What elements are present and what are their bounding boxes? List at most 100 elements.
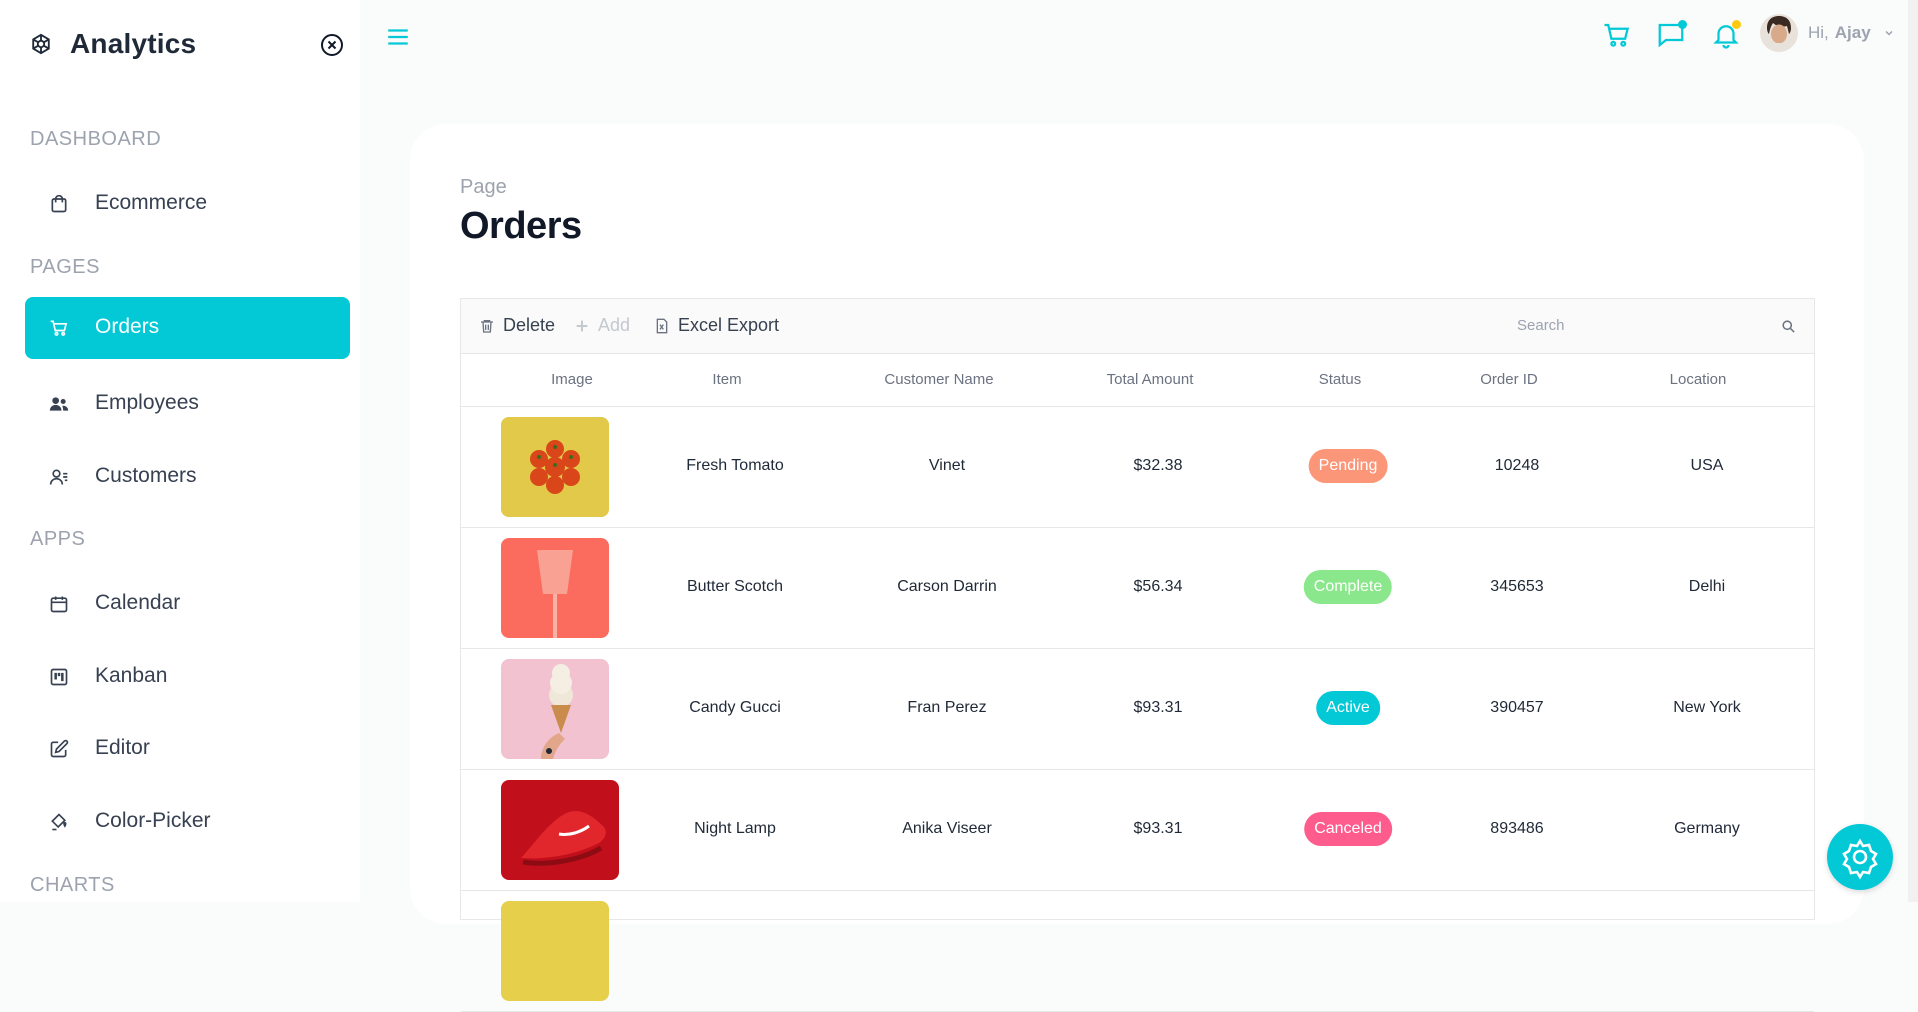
- cart-icon: [50, 320, 68, 336]
- gear-icon: [1842, 838, 1878, 880]
- table-row[interactable]: Candy Gucci Fran Perez $93.31 Active 390…: [461, 649, 1814, 770]
- column-header-image[interactable]: Image: [516, 371, 628, 388]
- cell-customer: Carson Darrin: [897, 578, 997, 595]
- product-image-tomato: [501, 417, 609, 517]
- cell-location: Delhi: [1688, 578, 1726, 595]
- delete-button[interactable]: Delete: [479, 315, 555, 336]
- section-title-apps: APPS: [30, 528, 86, 550]
- sidebar-item-label: Orders: [95, 315, 160, 338]
- sidebar-item-label: Employees: [95, 391, 199, 414]
- status-badge: Complete: [1303, 570, 1393, 604]
- trash-icon: [481, 319, 493, 333]
- sidebar-item-orders[interactable]: Orders: [25, 297, 350, 359]
- column-header-status[interactable]: Status: [1319, 371, 1362, 388]
- table-row[interactable]: Butter Scotch Carson Darrin $56.34 Compl…: [461, 528, 1814, 649]
- cell-order-id: 345653: [1490, 578, 1544, 595]
- column-header-location[interactable]: Location: [1670, 371, 1727, 388]
- sidebar-item-ecommerce[interactable]: Ecommerce: [25, 173, 350, 235]
- cell-amount: $93.31: [1133, 820, 1183, 837]
- edit-icon: [50, 739, 69, 758]
- cell-customer: Fran Perez: [907, 699, 987, 716]
- brand-logo[interactable]: Analytics: [30, 28, 196, 60]
- cell-customer: Anika Viseer: [902, 820, 992, 837]
- people-icon: [49, 397, 69, 411]
- calendar-icon: [50, 596, 68, 613]
- status-badge: Canceled: [1304, 812, 1392, 846]
- color-picker-icon: [51, 813, 67, 831]
- column-header-item[interactable]: Item: [712, 371, 741, 388]
- excel-export-label: Excel Export: [678, 315, 780, 335]
- column-header-customer[interactable]: Customer Name: [884, 371, 993, 388]
- sidebar-item-color-picker[interactable]: Color-Picker: [25, 791, 350, 853]
- product-image-butter-scotch: [501, 538, 609, 638]
- sidebar-item-customers[interactable]: Customers: [25, 446, 350, 508]
- cell-item: Night Lamp: [694, 820, 776, 837]
- section-title-charts: CHARTS: [30, 874, 115, 896]
- sidebar-item-editor[interactable]: Editor: [25, 718, 350, 780]
- table-row[interactable]: [461, 891, 1814, 1012]
- cell-customer: Vinet: [928, 457, 966, 474]
- status-badge: Pending: [1308, 449, 1388, 483]
- sidebar: Analytics DASHBOARD Ecommerce PAGES Orde…: [0, 0, 360, 902]
- sidebar-item-label: Ecommerce: [95, 191, 208, 214]
- sidebar-item-calendar[interactable]: Calendar: [25, 573, 350, 635]
- app-title: Analytics: [70, 28, 197, 59]
- cell-amount: $93.31: [1133, 699, 1183, 716]
- sidebar-item-label: Kanban: [95, 664, 168, 687]
- cell-location: Germany: [1674, 820, 1740, 837]
- excel-export-button[interactable]: Excel Export: [654, 315, 779, 336]
- product-image-partial: [501, 901, 609, 1001]
- cell-location: USA: [1690, 457, 1724, 474]
- cell-item: Butter Scotch: [686, 578, 784, 595]
- page-scrollbar[interactable]: [1908, 0, 1918, 902]
- customers-icon: [49, 469, 68, 485]
- column-header-total[interactable]: Total Amount: [1107, 371, 1194, 388]
- sidebar-item-label: Calendar: [95, 591, 181, 614]
- avatar: [1760, 14, 1798, 52]
- cell-amount: $56.34: [1133, 578, 1183, 595]
- table-row[interactable]: Fresh Tomato Vinet $32.38 Pending 10248 …: [461, 407, 1814, 528]
- search-input[interactable]: [1511, 309, 1759, 341]
- search-box[interactable]: [1511, 309, 1801, 343]
- user-profile-menu[interactable]: Hi, Ajay: [1760, 14, 1895, 52]
- section-title-dashboard: DASHBOARD: [30, 128, 162, 150]
- orders-grid: Delete Add Excel Export Image Item Custo…: [460, 298, 1815, 1012]
- grid-header: Image Item Customer Name Total Amount St…: [461, 354, 1814, 407]
- add-label: Add: [598, 315, 631, 335]
- product-image-candy-gucci: [501, 659, 609, 759]
- chevron-down-icon: [1885, 30, 1893, 36]
- column-header-order-id[interactable]: Order ID: [1480, 371, 1538, 388]
- table-row[interactable]: Night Lamp Anika Viseer $93.31 Canceled …: [461, 770, 1814, 891]
- notifications-button[interactable]: [1711, 20, 1741, 50]
- section-title-pages: PAGES: [30, 256, 100, 278]
- cell-location: New York: [1673, 699, 1741, 716]
- page-subtitle: Page: [460, 176, 507, 198]
- kanban-icon: [50, 668, 68, 686]
- search-icon[interactable]: [1781, 319, 1796, 334]
- product-image-night-lamp: [501, 780, 619, 880]
- grid-toolbar: Delete Add Excel Export: [461, 299, 1814, 354]
- greeting-text: Hi,: [1808, 23, 1829, 42]
- page-title: Orders: [460, 205, 582, 247]
- sidebar-item-kanban[interactable]: Kanban: [25, 646, 350, 708]
- cart-icon[interactable]: [1602, 20, 1632, 50]
- delete-label: Delete: [503, 315, 556, 335]
- hamburger-menu-icon[interactable]: [385, 24, 411, 50]
- cell-item: Candy Gucci: [689, 699, 781, 716]
- chat-notification-dot: [1678, 20, 1687, 29]
- sidebar-item-label: Customers: [95, 464, 197, 487]
- analytics-logo-icon: [32, 33, 50, 55]
- close-sidebar-icon[interactable]: [320, 33, 344, 57]
- sidebar-item-employees[interactable]: Employees: [25, 373, 350, 435]
- cell-order-id: 10248: [1494, 457, 1540, 474]
- cell-item: Fresh Tomato: [686, 457, 784, 474]
- chat-button[interactable]: [1656, 20, 1687, 50]
- settings-button[interactable]: [1827, 824, 1893, 890]
- username: Ajay: [1834, 23, 1871, 42]
- cell-order-id: 893486: [1490, 820, 1544, 837]
- status-badge: Active: [1316, 691, 1380, 725]
- plus-icon: [576, 320, 588, 331]
- shopping-bag-icon: [51, 194, 67, 213]
- add-button[interactable]: Add: [574, 315, 630, 336]
- excel-icon: [656, 318, 668, 333]
